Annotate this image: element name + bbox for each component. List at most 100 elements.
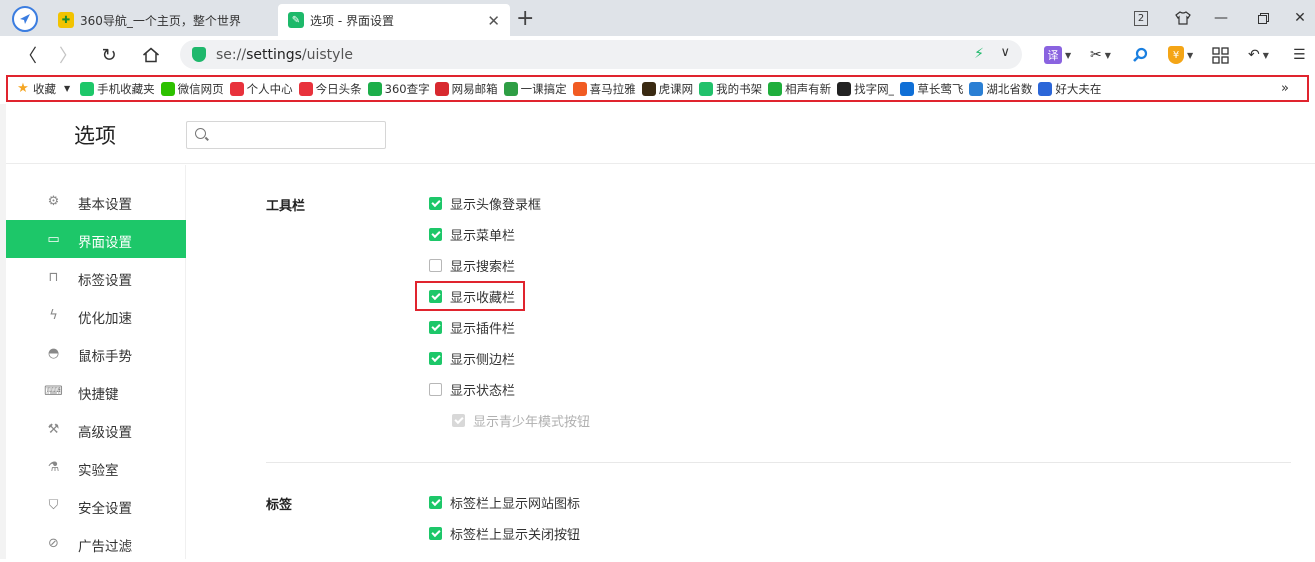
dropdown-caret-icon: ▼ <box>1065 50 1072 60</box>
section-title-toolbar: 工具栏 <box>266 199 306 214</box>
bookmark-item[interactable]: 手机收藏夹 <box>80 81 155 97</box>
search-tool-button[interactable] <box>1132 45 1148 65</box>
option-label[interactable]: 显示头像登录框 <box>450 194 541 213</box>
sidebar-item-label: 界面设置 <box>78 235 132 251</box>
mouse-icon: ◓ <box>47 346 60 361</box>
bookmark-item[interactable]: 网易邮箱 <box>434 81 498 97</box>
home-button[interactable] <box>139 44 163 66</box>
bookmark-item[interactable]: 一课搞定 <box>503 81 567 97</box>
new-tab-button[interactable]: + <box>516 6 534 31</box>
main-menu-button[interactable]: ☰ <box>1293 45 1306 65</box>
option-label[interactable]: 标签栏上显示关闭按钮 <box>450 524 580 543</box>
bookmark-item[interactable]: 草长莺飞 <box>900 81 963 97</box>
sidebar-item[interactable]: ◓ 鼠标手势 <box>6 334 186 372</box>
option-label[interactable]: 显示侧边栏 <box>450 349 515 368</box>
settings-search-input[interactable] <box>213 125 381 145</box>
option-checkbox[interactable] <box>429 196 442 210</box>
option-label[interactable]: 显示菜单栏 <box>450 225 515 244</box>
option-label[interactable]: 显示搜索栏 <box>450 256 515 275</box>
bookmark-label: 虎课网 <box>658 81 694 96</box>
option-checkbox[interactable] <box>429 227 442 241</box>
option-checkbox[interactable] <box>429 351 442 365</box>
translate-button[interactable]: 译 ▼ <box>1044 45 1071 65</box>
sidebar-item-label: 广告过滤 <box>78 539 132 555</box>
globe-icon <box>969 81 984 96</box>
bookmark-item[interactable]: 湖北省数 <box>969 81 1032 97</box>
bookmark-item[interactable]: 今日头条 <box>298 81 362 97</box>
undo-icon: ↶ <box>1248 47 1260 63</box>
bookmark-item[interactable]: ★ 收藏 ▼ <box>16 81 74 97</box>
bookmark-item[interactable]: 找字网_ <box>837 81 894 97</box>
bookmark-label: 网易邮箱 <box>451 81 498 96</box>
option-checkbox[interactable] <box>429 382 442 396</box>
bookmark-label: 微信网页 <box>177 81 224 96</box>
sidebar-item-label: 优化加速 <box>78 311 132 327</box>
bookmark-item[interactable]: 虎课网 <box>641 81 694 97</box>
forward-button[interactable]: 〉 <box>56 44 80 67</box>
wallet-button[interactable]: ¥ ▼ <box>1168 45 1193 65</box>
bookmark-label: 找字网_ <box>854 81 895 96</box>
bookmark-label: 手机收藏夹 <box>97 81 155 96</box>
bookmark-label: 一课搞定 <box>520 81 567 96</box>
bookmark-item[interactable]: 微信网页 <box>160 81 224 97</box>
option-label[interactable]: 显示状态栏 <box>450 380 515 399</box>
option-checkbox[interactable] <box>429 495 442 509</box>
lightning-icon[interactable]: ⚡ <box>974 46 984 62</box>
tab-360-navigation[interactable]: ✚ 360导航_一个主页，整个世界 <box>48 4 276 36</box>
sidebar-item-label: 实验室 <box>78 463 119 479</box>
back-button[interactable]: 〈 <box>16 44 40 67</box>
close-tab-icon[interactable]: ✕ <box>487 12 500 30</box>
sidebar-item[interactable]: ⌨ 快捷键 <box>6 372 186 410</box>
bookmark-item[interactable]: 个人中心 <box>229 81 293 97</box>
option-label[interactable]: 显示青少年模式按钮 <box>473 411 590 430</box>
tab-count-button[interactable]: 2 <box>1126 6 1156 30</box>
bookmark-label: 湖北省数 <box>986 81 1033 96</box>
option-row: 显示搜索栏 <box>429 255 515 275</box>
sidebar-item[interactable]: ⚗ 实验室 <box>6 448 186 486</box>
sidebar-item[interactable]: ⛉ 安全设置 <box>6 486 186 524</box>
settings-search-box[interactable] <box>186 121 386 149</box>
minimize-button[interactable]: — <box>1206 6 1236 30</box>
sidebar-item[interactable]: ⚒ 高级设置 <box>6 410 186 448</box>
sidebar-item[interactable]: ▭ 界面设置 <box>6 220 186 258</box>
bookmark-item[interactable]: 我的书架 <box>699 81 762 97</box>
gear-icon: ⚙ <box>47 194 60 209</box>
browser-logo[interactable] <box>12 6 38 32</box>
extensions-button[interactable] <box>1212 45 1229 65</box>
option-label[interactable]: 显示插件栏 <box>450 318 515 337</box>
bookmark-item[interactable]: 相声有新 <box>768 81 831 97</box>
more-bookmarks-icon[interactable]: » <box>1281 81 1289 96</box>
crosstalk-icon <box>768 81 783 96</box>
dropdown-caret-icon[interactable]: ▼ <box>64 84 70 93</box>
360-icon: ✚ <box>58 12 74 28</box>
settings-sidebar: ⚙ 基本设置 ▭ 界面设置 ⊓ 标签设置 ϟ 优化加速 ◓ 鼠标手势 ⌨ 快捷键 ⚒ 高级设置 ⚗ 实验室 ⛉ 安… <box>6 165 186 559</box>
undo-close-button[interactable]: ↶ ▼ <box>1248 45 1269 65</box>
bookmark-label: 好大夫在 <box>1055 81 1102 96</box>
sidebar-item[interactable]: ϟ 优化加速 <box>6 296 186 334</box>
address-bar[interactable]: se://settings/uistyle ⚡ ∨ <box>180 40 1022 69</box>
screenshot-button[interactable]: ✂ ▼ <box>1090 45 1111 65</box>
url-text[interactable]: se://settings/uistyle <box>216 47 353 63</box>
option-checkbox[interactable] <box>429 258 442 272</box>
sidebar-item-label: 基本设置 <box>78 197 132 213</box>
reload-button[interactable]: ↻ <box>97 44 121 66</box>
skin-button[interactable] <box>1168 6 1198 30</box>
bookmark-item[interactable]: 360查字 <box>367 81 429 97</box>
chevron-down-icon[interactable]: ∨ <box>1000 45 1010 60</box>
sidebar-item-label: 快捷键 <box>78 387 119 403</box>
tab-options-ui-settings[interactable]: ✎ 选项 - 界面设置 ✕ <box>278 4 510 36</box>
bookmark-item[interactable]: 好大夫在 <box>1038 81 1101 97</box>
360-icon <box>367 81 382 96</box>
option-checkbox[interactable] <box>429 526 442 540</box>
section-divider <box>266 462 1291 463</box>
close-window-button[interactable]: ✕ <box>1285 6 1315 30</box>
option-checkbox <box>452 413 465 427</box>
sidebar-item[interactable]: ⊘ 广告过滤 <box>6 524 186 562</box>
option-checkbox[interactable] <box>429 320 442 334</box>
close-icon: ✕ <box>1294 10 1306 26</box>
bookmark-item[interactable]: 喜马拉雅 <box>572 81 636 97</box>
restore-button[interactable] <box>1248 6 1278 30</box>
sidebar-item[interactable]: ⚙ 基本设置 <box>6 182 186 220</box>
option-label[interactable]: 标签栏上显示网站图标 <box>450 493 580 512</box>
sidebar-item[interactable]: ⊓ 标签设置 <box>6 258 186 296</box>
